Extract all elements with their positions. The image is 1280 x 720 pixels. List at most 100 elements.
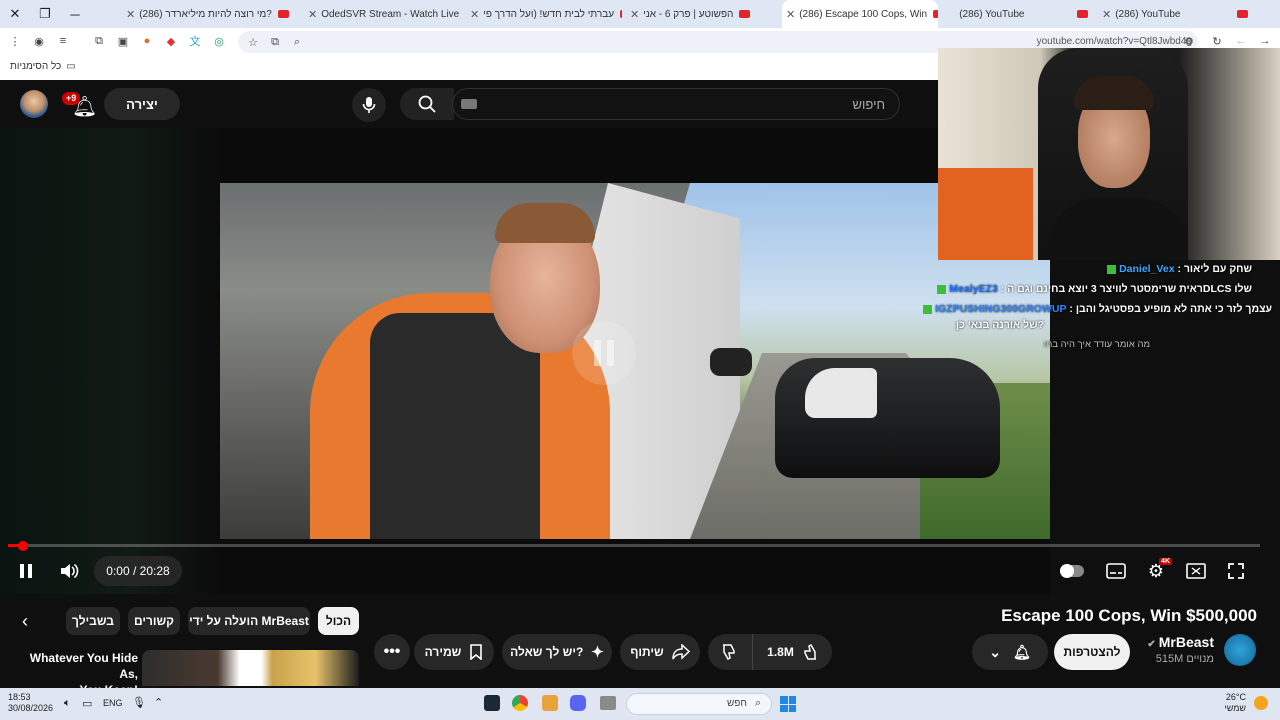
- volume-tray-icon[interactable]: 🔈︎: [64, 697, 71, 710]
- minimize-window-icon[interactable]: ─: [60, 0, 90, 28]
- subscribe-button[interactable]: להצטרפות: [1054, 634, 1130, 670]
- app-icon[interactable]: [542, 695, 558, 711]
- pause-overlay[interactable]: [572, 321, 636, 385]
- install-app-icon[interactable]: ⧉: [268, 35, 282, 49]
- browser-tab-active[interactable]: ✕ (286) Escape 100 Cops, Win: [782, 0, 938, 28]
- profile-icon[interactable]: ◉: [32, 34, 46, 48]
- search-button[interactable]: [400, 88, 454, 120]
- browser-tab[interactable]: ✕ OdedSVR Stream - Watch Live: [304, 0, 464, 28]
- scrubber-handle[interactable]: [18, 541, 29, 551]
- like-count: 1.8M: [767, 645, 794, 659]
- like-button[interactable]: 1.8M: [753, 643, 832, 661]
- chat-message: שחק עם ליאור : Daniel_Vex: [1104, 263, 1252, 275]
- settings-button[interactable]: ⚙ 4K: [1142, 557, 1172, 585]
- police-car-distant: [710, 348, 752, 376]
- translate-icon[interactable]: 文: [188, 34, 202, 48]
- miniplayer-button[interactable]: [1182, 557, 1210, 585]
- fullscreen-button[interactable]: [1222, 557, 1250, 585]
- network-tray-icon[interactable]: ▭: [82, 697, 92, 710]
- system-clock[interactable]: 18:53 30/08/2026: [8, 692, 53, 714]
- channel-avatar[interactable]: [1224, 634, 1256, 666]
- dislike-button[interactable]: [708, 634, 753, 670]
- save-button[interactable]: שמירה: [414, 634, 494, 670]
- tab-close-icon[interactable]: ✕: [786, 8, 795, 21]
- chip-all[interactable]: הכול: [318, 607, 359, 635]
- tab-close-icon[interactable]: ✕: [126, 8, 135, 21]
- screenshot-icon[interactable]: ▣: [116, 34, 130, 48]
- chrome-icon[interactable]: [512, 695, 528, 711]
- browser-tab[interactable]: ✕ עברתי לבית חדש! (ועל הדרך פי: [466, 0, 622, 28]
- language-indicator[interactable]: ENG: [103, 698, 123, 708]
- all-bookmarks-folder[interactable]: כל הסימניות ▭: [10, 61, 76, 72]
- bookmark-icon: [470, 644, 483, 660]
- ask-button[interactable]: יש לך שאלה? ✦: [502, 634, 612, 670]
- browser-tab[interactable]: ✕ (286) YouTube: [1098, 0, 1254, 28]
- recommended-video-thumbnail[interactable]: [142, 650, 359, 686]
- browser-tab[interactable]: ✕ הפשוטע | פרק 6 - אני: [626, 0, 778, 28]
- zoom-icon[interactable]: ⌕: [290, 35, 304, 49]
- site-settings-icon[interactable]: ⚙: [1182, 34, 1196, 48]
- time-display: 0:00 / 20:28: [94, 556, 182, 586]
- volume-button[interactable]: [55, 557, 83, 585]
- tray-overflow-icon[interactable]: ⌃: [154, 696, 163, 709]
- progress-bar[interactable]: [8, 544, 1260, 547]
- extension-red-icon[interactable]: ◆: [164, 34, 178, 48]
- subtitles-button[interactable]: [1102, 557, 1130, 585]
- autoplay-toggle-track: [1060, 564, 1084, 578]
- tab-close-icon[interactable]: ✕: [308, 8, 317, 21]
- media-control-icon[interactable]: ≡: [56, 34, 70, 48]
- extension-green-icon[interactable]: ◎: [212, 34, 226, 48]
- voice-search-button[interactable]: [352, 88, 386, 122]
- taskbar-search[interactable]: חפש ⌕: [626, 693, 772, 715]
- restore-window-icon[interactable]: ❐: [30, 0, 60, 28]
- share-button[interactable]: שיתוף: [620, 634, 700, 670]
- notification-pref-button[interactable]: ⌄ 🔔︎: [972, 634, 1048, 670]
- mic-tray-icon[interactable]: 🎙︎: [132, 696, 146, 709]
- forward-icon[interactable]: ←: [1234, 34, 1248, 48]
- create-label: יצירה: [126, 96, 158, 112]
- chat-username: MealyEZ3: [949, 283, 998, 295]
- close-window-icon[interactable]: ✕: [0, 0, 30, 28]
- reload-icon[interactable]: ↻: [1210, 34, 1224, 48]
- subscriber-badge-icon: [923, 304, 933, 314]
- steam-icon[interactable]: [484, 695, 500, 711]
- chip-label: בשבילך: [72, 614, 114, 628]
- chip-uploaded-by[interactable]: הועלה על ידי MrBeast: [188, 607, 310, 635]
- create-button[interactable]: יצירה: [104, 88, 180, 120]
- more-dots-icon: •••: [383, 643, 401, 660]
- keyboard-icon[interactable]: [461, 99, 477, 109]
- taskbar-search-label: חפש: [727, 698, 747, 709]
- channel-info[interactable]: ✔ MrBeast 515M מנויים: [1140, 634, 1214, 665]
- video-frame[interactable]: [220, 183, 1050, 539]
- extension-orange-icon[interactable]: ●: [140, 34, 154, 48]
- pause-button[interactable]: [12, 557, 40, 585]
- chip-related[interactable]: קשורים: [128, 607, 180, 635]
- discord-icon[interactable]: [570, 695, 586, 711]
- ask-label: יש לך שאלה?: [510, 645, 584, 659]
- menu-dots-icon[interactable]: ⋮: [8, 34, 22, 48]
- weather-widget[interactable]: 26°C שמשי: [1224, 692, 1246, 714]
- webcam-overlay: [938, 48, 1280, 260]
- browser-tab[interactable]: ✕ (286) מי רוצה להיות מיליארדר?: [122, 0, 300, 28]
- youtube-favicon-icon: [277, 10, 289, 18]
- chevron-left-icon[interactable]: ‹: [22, 611, 28, 632]
- avatar[interactable]: [20, 90, 48, 118]
- bookmark-star-icon[interactable]: ☆: [246, 35, 260, 49]
- file-explorer-icon[interactable]: [600, 696, 616, 710]
- back-icon[interactable]: →: [1258, 34, 1272, 48]
- chat-text: מה אומר עודד איך היה בחו: [1043, 339, 1150, 350]
- extensions-icon[interactable]: ⧉: [92, 34, 106, 48]
- search-input[interactable]: חיפוש: [452, 88, 900, 120]
- thumbs-down-icon: [723, 644, 735, 660]
- tab-close-icon[interactable]: ✕: [630, 8, 639, 21]
- tab-close-icon[interactable]: ✕: [470, 8, 479, 21]
- browser-tab[interactable]: ✕ (286) YouTube: [942, 0, 1094, 28]
- tab-close-icon[interactable]: ✕: [1102, 8, 1111, 21]
- windows-start-icon[interactable]: [780, 696, 796, 712]
- chat-text: שחק עם ליאור: [1183, 263, 1252, 275]
- more-actions-button[interactable]: •••: [374, 634, 410, 670]
- autoplay-toggle[interactable]: [1058, 557, 1086, 585]
- video-player[interactable]: 0:00 / 20:28 ⚙ 4K: [0, 128, 1260, 594]
- chip-for-you[interactable]: בשבילך: [66, 607, 120, 635]
- search-icon: ⌕: [755, 697, 762, 709]
